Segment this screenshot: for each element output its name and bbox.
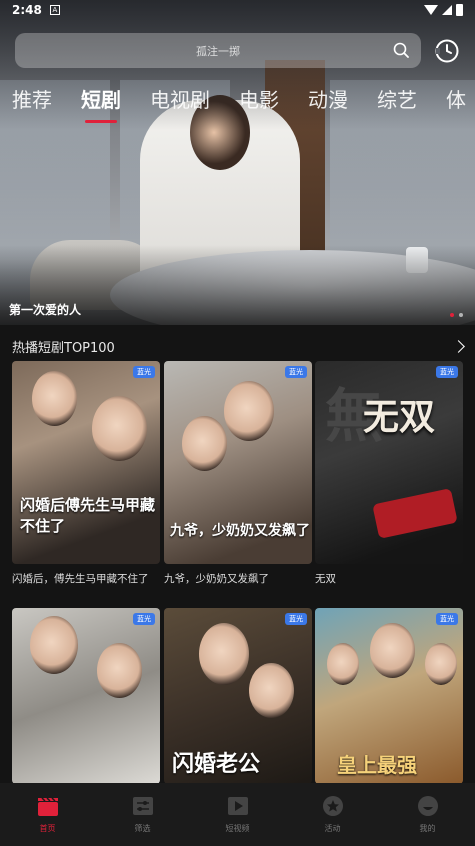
status-bar: 2:48 A <box>0 0 475 20</box>
drama-card[interactable]: 蓝光 <box>12 608 160 784</box>
poster-face <box>97 643 142 698</box>
nav-filter[interactable]: 筛选 <box>95 783 190 846</box>
tab-short-drama[interactable]: 短剧 <box>81 84 121 123</box>
search-bar[interactable]: 孤注一掷 <box>15 33 421 68</box>
poster-face <box>32 371 77 426</box>
history-icon[interactable] <box>434 38 460 64</box>
nav-home-label: 首页 <box>39 824 56 833</box>
status-icons <box>424 4 463 16</box>
quality-badge: 蓝光 <box>133 366 155 378</box>
poster-image: 皇上最强 蓝光 <box>315 608 463 784</box>
poster-image: 闪婚后傅先生马甲藏不住了 蓝光 <box>12 361 160 564</box>
nav-profile[interactable]: 我的 <box>380 783 475 846</box>
poster-face <box>249 663 294 718</box>
nav-activity[interactable]: 活动 <box>285 783 380 846</box>
section-header[interactable]: 热播短剧TOP100 <box>12 337 465 356</box>
poster-face <box>370 623 415 678</box>
quality-badge: 蓝光 <box>436 613 458 625</box>
tab-movie[interactable]: 电影 <box>239 84 279 113</box>
quality-badge: 蓝光 <box>285 613 307 625</box>
nav-profile-label: 我的 <box>419 824 436 833</box>
section-title: 热播短剧TOP100 <box>12 341 115 356</box>
poster-image: 闪婚老公 蓝光 <box>164 608 312 784</box>
drama-card[interactable]: 九爷，少奶奶又发飙了 蓝光 九爷，少奶奶又发飙了 <box>164 361 312 586</box>
wifi-icon <box>424 5 438 15</box>
nav-activity-label: 活动 <box>324 824 341 833</box>
signal-icon <box>442 5 452 15</box>
nav-filter-label: 筛选 <box>134 824 151 833</box>
card-title: 闪婚后，傅先生马甲藏不住了 <box>12 573 149 585</box>
poster-title-art: 皇上最强 <box>337 753 417 777</box>
battery-icon <box>456 4 463 16</box>
quality-badge: 蓝光 <box>436 366 458 378</box>
poster-title-art: 无双 <box>363 396 436 438</box>
drama-card[interactable]: 闪婚老公 蓝光 <box>164 608 312 784</box>
clapperboard-icon <box>37 797 58 816</box>
search-icon[interactable] <box>393 42 409 58</box>
star-icon <box>322 796 343 816</box>
poster-face <box>199 623 249 685</box>
poster-image: 無 无双 蓝光 <box>315 361 463 564</box>
poster-face <box>182 416 227 471</box>
poster-image: 九爷，少奶奶又发飙了 蓝光 <box>164 361 312 564</box>
drama-card[interactable]: 無 无双 蓝光 无双 <box>315 361 463 586</box>
drama-card[interactable]: 皇上最强 蓝光 <box>315 608 463 784</box>
tab-sports[interactable]: 体 <box>446 84 466 113</box>
poster-face <box>327 643 359 685</box>
poster-red-figure <box>372 488 458 539</box>
poster-face <box>30 616 78 674</box>
nav-short-video-label: 短视频 <box>225 824 250 833</box>
poster-title-art: 九爷，少奶奶又发飙了 <box>170 523 310 539</box>
carousel-indicator <box>450 313 463 317</box>
carousel-dot <box>459 313 463 317</box>
poster-face <box>224 381 274 441</box>
card-title: 九爷，少奶奶又发飙了 <box>164 573 269 585</box>
drama-card[interactable]: 闪婚后傅先生马甲藏不住了 蓝光 闪婚后，傅先生马甲藏不住了 <box>12 361 160 586</box>
poster-face <box>425 643 457 685</box>
tab-recommend[interactable]: 推荐 <box>12 84 52 113</box>
profile-icon <box>417 796 438 816</box>
quality-badge: 蓝光 <box>133 613 155 625</box>
carousel-dot-active <box>450 313 454 317</box>
notification-icon: A <box>49 5 60 15</box>
hero-title: 第一次爱的人 <box>9 303 82 317</box>
tab-variety[interactable]: 综艺 <box>377 84 417 113</box>
category-tabs: 推荐 短剧 电视剧 电影 动漫 综艺 体 <box>12 84 475 123</box>
card-title: 无双 <box>315 573 336 585</box>
chevron-right-icon[interactable] <box>452 340 465 353</box>
nav-home[interactable]: 首页 <box>0 783 95 846</box>
poster-title-art: 闪婚老公 <box>172 751 261 777</box>
poster-title-art: 闪婚后傅先生马甲藏不住了 <box>20 496 156 535</box>
tab-tv-series[interactable]: 电视剧 <box>150 84 210 113</box>
filter-icon <box>132 797 153 815</box>
bottom-nav: 首页 筛选 短视频 活动 我的 <box>0 783 475 846</box>
tab-anime[interactable]: 动漫 <box>308 84 348 113</box>
status-time: 2:48 <box>12 3 42 17</box>
play-icon <box>227 797 248 815</box>
poster-face <box>92 396 147 461</box>
nav-short-video[interactable]: 短视频 <box>190 783 285 846</box>
quality-badge: 蓝光 <box>285 366 307 378</box>
poster-image: 蓝光 <box>12 608 160 784</box>
search-placeholder: 孤注一掷 <box>196 44 240 58</box>
